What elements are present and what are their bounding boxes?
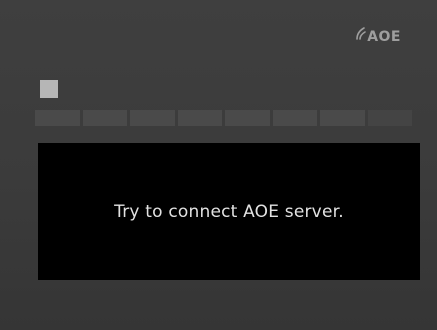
signal-segment [130, 110, 175, 126]
signal-segment [367, 110, 412, 126]
signal-strength-bar [35, 110, 412, 126]
signal-segment [177, 110, 222, 126]
signal-segment [35, 110, 80, 126]
signal-segment [225, 110, 270, 126]
connection-screen: AOE Try to connect AOE server. [0, 0, 437, 330]
signal-segment [82, 110, 127, 126]
signal-segment [320, 110, 365, 126]
status-indicator [40, 80, 58, 98]
brand-logo: AOE [355, 26, 401, 44]
brand-name: AOE [367, 29, 401, 45]
signal-segment [272, 110, 317, 126]
connection-message: Try to connect AOE server. [114, 201, 344, 222]
message-panel: Try to connect AOE server. [38, 143, 420, 280]
signal-arc-icon [356, 27, 366, 40]
